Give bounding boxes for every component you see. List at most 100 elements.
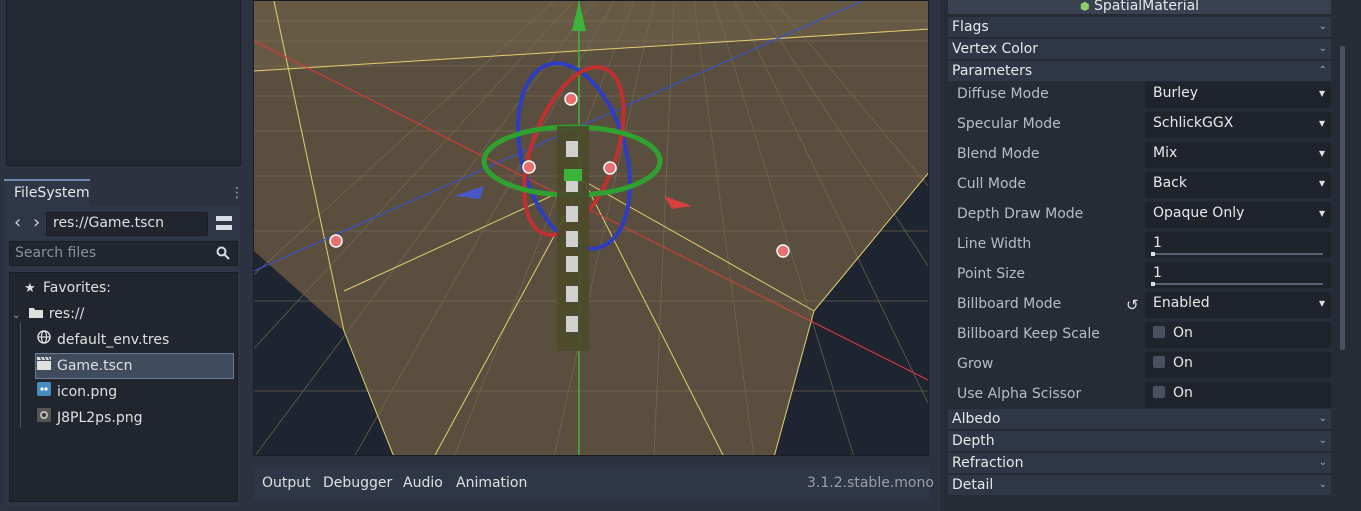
scene-dock-empty	[6, 0, 241, 166]
section-parameters[interactable]: Parameters ⌃	[948, 61, 1331, 81]
section-label: Vertex Color	[952, 41, 1039, 57]
dock-menu-icon[interactable]: ⋮	[230, 183, 244, 203]
chevron-down-icon: ▾	[1318, 116, 1325, 130]
chevron-down-icon[interactable]: ⌄	[12, 310, 20, 321]
section-depth[interactable]: Depth ⌄	[948, 431, 1331, 451]
label-blend-mode: Blend Mode	[957, 146, 1040, 162]
image-icon	[36, 381, 52, 405]
split-view-icon[interactable]	[216, 216, 232, 230]
billboard-keep-scale-checkbox[interactable]: On	[1145, 322, 1331, 348]
label-cull-mode: Cull Mode	[957, 176, 1027, 192]
section-detail[interactable]: Detail ⌄	[948, 475, 1331, 495]
back-arrow-icon[interactable]: ‹	[14, 212, 21, 233]
label-line-width: Line Width	[957, 236, 1032, 252]
search-files-input[interactable]: Search files	[9, 241, 238, 266]
folder-icon	[28, 303, 44, 327]
section-flags[interactable]: Flags ⌄	[948, 17, 1331, 37]
label-diffuse-mode: Diffuse Mode	[957, 86, 1049, 102]
res-root-label: res://	[48, 306, 85, 322]
tab-audio[interactable]: Audio	[403, 475, 443, 491]
use-alpha-scissor-checkbox[interactable]: On	[1145, 382, 1331, 408]
image-icon	[36, 407, 52, 431]
checkbox-icon[interactable]	[1153, 326, 1165, 338]
chevron-down-icon: ⌄	[1318, 479, 1327, 490]
section-vertex-color[interactable]: Vertex Color ⌄	[948, 39, 1331, 59]
section-label: Albedo	[952, 411, 1001, 427]
chevron-down-icon: ▾	[1318, 296, 1325, 310]
section-label: Flags	[952, 19, 989, 35]
label-billboard-mode: Billboard Mode	[957, 296, 1062, 312]
section-label: Parameters	[952, 63, 1033, 79]
cull-mode-dropdown[interactable]: Back ▾	[1145, 172, 1331, 198]
section-label: Refraction	[952, 455, 1024, 471]
line-width-slider[interactable]: 1	[1145, 232, 1331, 258]
file-name: J8PL2ps.png	[57, 410, 143, 426]
path-field[interactable]: res://Game.tscn	[46, 212, 208, 236]
tab-filesystem[interactable]: FileSystem	[4, 179, 90, 206]
tab-debugger[interactable]: Debugger	[323, 475, 392, 491]
chevron-down-icon: ⌄	[1318, 413, 1327, 424]
chevron-down-icon: ⌄	[1318, 457, 1327, 468]
slider-grabber[interactable]	[1151, 252, 1155, 256]
dropdown-value: Mix	[1153, 145, 1178, 161]
chevron-down-icon: ▾	[1318, 176, 1325, 190]
dropdown-value: SchlickGGX	[1153, 115, 1234, 131]
point-size-slider[interactable]: 1	[1145, 262, 1331, 288]
revert-icon[interactable]: ↺	[1126, 296, 1139, 314]
grow-checkbox[interactable]: On	[1145, 352, 1331, 378]
version-label: 3.1.2.stable.mono	[807, 475, 934, 491]
tab-animation[interactable]: Animation	[456, 475, 527, 491]
chevron-down-icon: ⌄	[1318, 435, 1327, 446]
resource-title-label: SpatialMaterial	[1093, 0, 1200, 14]
file-item-selected[interactable]: Game.tscn	[36, 354, 132, 378]
checkbox-label: On	[1173, 385, 1193, 401]
chevron-down-icon: ▾	[1318, 86, 1325, 100]
favorites-label: Favorites:	[43, 280, 111, 296]
section-refraction[interactable]: Refraction ⌄	[948, 453, 1331, 473]
blend-mode-dropdown[interactable]: Mix ▾	[1145, 142, 1331, 168]
file-item[interactable]: default_env.tres	[36, 328, 169, 352]
diffuse-mode-dropdown[interactable]: Burley ▾	[1145, 82, 1331, 108]
favorites-item[interactable]: ★ Favorites:	[22, 276, 111, 300]
label-use-alpha-scissor: Use Alpha Scissor	[957, 386, 1082, 402]
res-root-item[interactable]: ⌄ res://	[12, 302, 84, 326]
viewport-scene	[254, 1, 928, 455]
depth-draw-mode-dropdown[interactable]: Opaque Only ▾	[1145, 202, 1331, 228]
slider-value: 1	[1153, 235, 1162, 251]
label-point-size: Point Size	[957, 266, 1025, 282]
checkbox-label: On	[1173, 355, 1193, 371]
section-albedo[interactable]: Albedo ⌄	[948, 409, 1331, 429]
chevron-down-icon: ⌄	[1318, 21, 1327, 32]
chevron-down-icon: ▾	[1318, 146, 1325, 160]
dropdown-value: Burley	[1153, 85, 1199, 101]
slider-grabber[interactable]	[1151, 282, 1155, 286]
search-icon	[216, 246, 230, 264]
star-icon: ★	[24, 281, 36, 296]
checkbox-label: On	[1173, 325, 1193, 341]
checkbox-icon[interactable]	[1153, 356, 1165, 368]
slider-track	[1153, 253, 1323, 255]
chevron-down-icon: ⌄	[1318, 43, 1327, 54]
label-depth-draw-mode: Depth Draw Mode	[957, 206, 1084, 222]
billboard-mode-dropdown[interactable]: Enabled ▾	[1145, 292, 1331, 318]
tab-output[interactable]: Output	[262, 475, 311, 491]
file-name: default_env.tres	[57, 332, 170, 348]
section-label: Detail	[952, 477, 994, 493]
checkbox-icon[interactable]	[1153, 386, 1165, 398]
file-item[interactable]: J8PL2ps.png	[36, 406, 142, 430]
3d-viewport[interactable]	[253, 0, 929, 456]
chevron-up-icon: ⌃	[1318, 65, 1327, 76]
resource-title: ⬢ SpatialMaterial	[948, 0, 1331, 14]
label-grow: Grow	[957, 356, 994, 372]
slider-track	[1153, 283, 1323, 285]
scrollbar-thumb[interactable]	[1340, 46, 1345, 350]
dropdown-value: Enabled	[1153, 295, 1210, 311]
specular-mode-dropdown[interactable]: SchlickGGX ▾	[1145, 112, 1331, 138]
dropdown-value: Back	[1153, 175, 1187, 191]
chevron-down-icon: ▾	[1318, 206, 1325, 220]
forward-arrow-icon[interactable]: ›	[33, 212, 40, 233]
file-item[interactable]: icon.png	[36, 380, 117, 404]
material-icon: ⬢	[1079, 0, 1090, 13]
label-specular-mode: Specular Mode	[957, 116, 1061, 132]
file-name: icon.png	[57, 384, 118, 400]
